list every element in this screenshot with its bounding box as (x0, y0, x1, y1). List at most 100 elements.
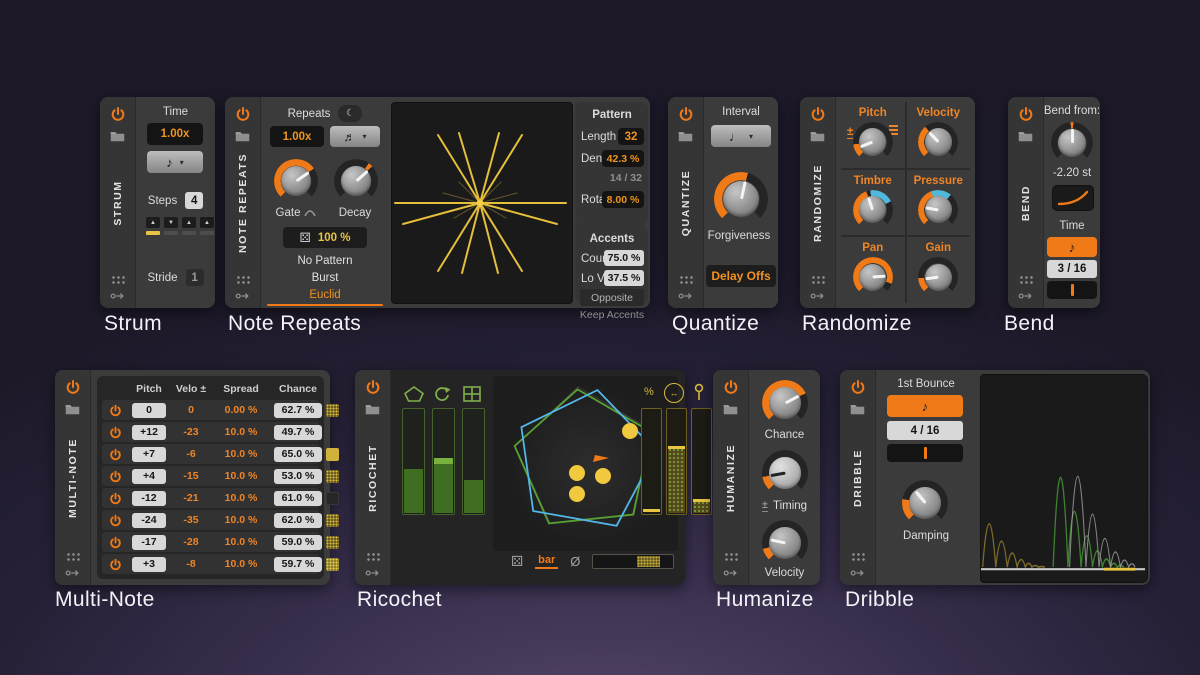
rate-value[interactable]: 1.00x (270, 126, 324, 147)
rotate-value[interactable]: 8.00 % (602, 191, 644, 208)
preset-folder-icon[interactable] (235, 130, 250, 142)
pan-knob[interactable] (852, 257, 893, 298)
preset-folder-icon[interactable] (65, 403, 80, 415)
pitch-value[interactable]: -17 (132, 534, 166, 550)
modulators-icon[interactable] (235, 275, 250, 285)
power-icon[interactable] (678, 106, 694, 122)
chance-value[interactable]: 49.7 % (274, 424, 322, 440)
modulators-icon[interactable] (1018, 275, 1033, 285)
chance-value[interactable]: 65.0 % (274, 446, 322, 462)
chance-knob[interactable] (762, 380, 808, 426)
velo-value[interactable]: 0 (170, 404, 212, 416)
velo-value[interactable]: -23 (170, 426, 212, 438)
stride-value[interactable]: 1 (185, 269, 204, 286)
slider-handle[interactable] (434, 457, 453, 464)
ball[interactable] (569, 486, 585, 502)
mode-burst[interactable]: Burst (261, 272, 389, 284)
modulators-icon[interactable] (65, 552, 80, 562)
spread-value[interactable]: 10.0 % (212, 536, 270, 548)
moon-icon[interactable]: ☾ (338, 105, 363, 122)
gain-knob[interactable] (918, 257, 959, 298)
delay-offs-button[interactable]: Delay Offs (706, 265, 776, 287)
rotate-icon[interactable] (433, 385, 451, 403)
preset-folder-icon[interactable] (810, 130, 825, 142)
pitch-value[interactable]: +7 (132, 446, 166, 462)
shape-pentagon-icon[interactable] (403, 386, 425, 402)
chance-pattern-swatch[interactable] (326, 491, 339, 505)
time-note-button[interactable]: ♪ (1047, 237, 1097, 257)
chance-pattern-swatch[interactable] (326, 447, 339, 461)
pitch-value[interactable]: -24 (132, 512, 166, 528)
chance-pattern-swatch[interactable] (326, 469, 339, 483)
opposite-button[interactable]: Opposite (580, 289, 644, 306)
bipolar-icon[interactable]: ± (761, 499, 768, 512)
row-power-icon[interactable] (109, 536, 122, 549)
ball[interactable] (595, 468, 611, 484)
pitch-value[interactable]: +3 (132, 556, 166, 572)
pressure-knob[interactable] (918, 189, 959, 230)
power-icon[interactable] (850, 379, 866, 395)
velo-value[interactable]: -21 (170, 492, 212, 504)
bend-from-knob[interactable] (1051, 122, 1093, 164)
preset-folder-icon[interactable] (1018, 130, 1033, 142)
spread-slider[interactable] (666, 408, 687, 515)
grid-icon[interactable] (463, 386, 481, 402)
row-power-icon[interactable] (109, 558, 122, 571)
pitch-value[interactable]: -12 (132, 490, 166, 506)
chance-value[interactable]: 59.7 % (274, 556, 322, 572)
division-value[interactable]: 4 / 16 (887, 421, 963, 440)
count-value[interactable]: 75.0 % (604, 250, 644, 266)
spread-value[interactable]: 10.0 % (212, 558, 270, 570)
row-power-icon[interactable] (109, 492, 122, 505)
preset-folder-icon[interactable] (110, 130, 125, 142)
pitch-value[interactable]: +4 (132, 468, 166, 484)
modulators-icon[interactable] (723, 552, 738, 562)
chance-pattern-swatch[interactable] (326, 403, 339, 417)
pitch-value[interactable]: 0 (132, 402, 166, 418)
spread-value[interactable]: 10.0 % (212, 426, 270, 438)
sync-mode-bar[interactable]: bar (535, 554, 559, 569)
ball[interactable] (569, 465, 585, 481)
chance-value[interactable]: 53.0 % (274, 468, 322, 484)
modulators-icon[interactable] (810, 275, 825, 285)
spread-value[interactable]: 10.0 % (212, 448, 270, 460)
dice-icon[interactable]: ⚄ (511, 553, 523, 570)
pitch-knob[interactable] (852, 122, 893, 162)
power-icon[interactable] (110, 106, 126, 122)
velo-value[interactable]: -15 (170, 470, 212, 482)
spread-value[interactable]: 10.0 % (212, 514, 270, 526)
spread-value[interactable]: 10.0 % (212, 470, 270, 482)
velo-value[interactable]: -28 (170, 536, 212, 548)
bounce-note-button[interactable]: ♪ (887, 395, 963, 417)
pin-slider[interactable] (691, 408, 712, 515)
length-value[interactable]: 32 (618, 128, 644, 145)
row-power-icon[interactable] (109, 426, 122, 439)
power-icon[interactable] (1018, 106, 1034, 122)
power-icon[interactable] (365, 379, 381, 395)
spread-icon[interactable]: ↔ (664, 383, 684, 403)
gate-knob[interactable] (274, 159, 318, 203)
mode-no-pattern[interactable]: No Pattern (261, 255, 389, 267)
timbre-knob[interactable] (852, 189, 893, 230)
decay-knob[interactable] (334, 159, 378, 203)
ball[interactable] (622, 423, 638, 439)
timing-knob[interactable] (762, 450, 808, 496)
shape-slider[interactable] (402, 408, 425, 515)
step-stepper-1[interactable]: ▲ (146, 217, 160, 228)
row-power-icon[interactable] (109, 448, 122, 461)
modulators-icon[interactable] (678, 275, 693, 285)
preset-folder-icon[interactable] (678, 130, 693, 142)
chance-value[interactable]: 62.7 % (274, 402, 322, 418)
power-icon[interactable] (65, 379, 81, 395)
forgiveness-knob[interactable] (714, 172, 768, 226)
chance-value[interactable]: 61.0 % (274, 490, 322, 506)
steps-value[interactable]: 4 (185, 192, 204, 209)
interval-dropdown[interactable]: ♩ ▾ (711, 125, 771, 147)
chance-pattern-swatch[interactable] (326, 513, 339, 527)
velo-value[interactable]: -35 (170, 514, 212, 526)
step-stepper-4[interactable]: ▲ (200, 217, 214, 228)
row-power-icon[interactable] (109, 404, 122, 417)
time-value[interactable]: 1.00x (147, 123, 203, 145)
chance-value[interactable]: 59.0 % (274, 534, 322, 550)
velo-value[interactable]: -6 (170, 448, 212, 460)
